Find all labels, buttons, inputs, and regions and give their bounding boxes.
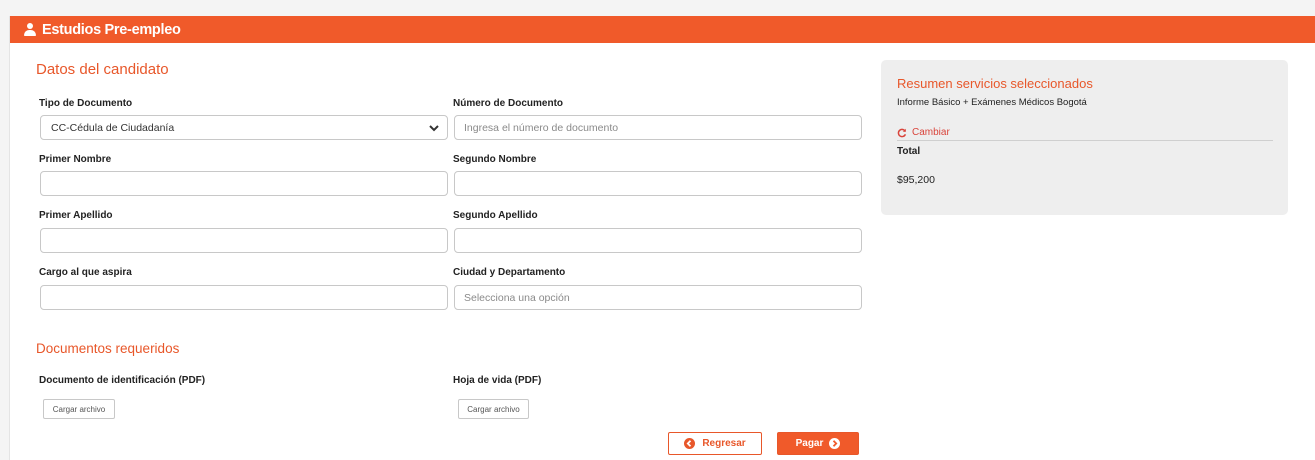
- position-input[interactable]: [40, 285, 448, 310]
- total-label: Total: [897, 146, 921, 157]
- cv-label: Hoja de vida (PDF): [453, 375, 542, 386]
- doc-type-label: Tipo de Documento: [39, 98, 133, 109]
- first-surname-label: Primer Apellido: [39, 210, 113, 221]
- id-doc-label: Documento de identificación (PDF): [39, 375, 206, 386]
- second-surname-label: Segundo Apellido: [453, 210, 538, 221]
- summary-divider: [897, 140, 1273, 141]
- documents-section-title: Documentos requeridos: [36, 341, 180, 356]
- arrow-right-circle-icon: [829, 438, 841, 449]
- change-link-label: Cambiar: [912, 127, 950, 138]
- city-select[interactable]: [454, 285, 862, 310]
- second-name-input[interactable]: [454, 171, 862, 196]
- doc-number-label: Número de Documento: [453, 98, 564, 109]
- candidate-section-title: Datos del candidato: [36, 61, 169, 78]
- doc-type-select[interactable]: CC-Cédula de Ciudadanía: [40, 115, 448, 140]
- total-value: $95,200: [897, 174, 935, 186]
- page-title: Estudios Pre-empleo: [42, 21, 181, 38]
- arrow-left-circle-icon: [684, 438, 696, 449]
- second-name-label: Segundo Nombre: [453, 154, 537, 165]
- chevron-down-icon: [429, 125, 439, 132]
- refresh-icon: [897, 128, 907, 137]
- pay-button-label: Pagar: [795, 438, 824, 449]
- summary-title: Resumen servicios seleccionados: [897, 76, 1093, 91]
- change-link[interactable]: Cambiar: [897, 127, 950, 138]
- summary-services: Informe Básico + Exámenes Médicos Bogotá: [897, 97, 1087, 108]
- first-name-input[interactable]: [40, 171, 448, 196]
- page-header: Estudios Pre-empleo: [10, 16, 1315, 43]
- cv-upload-button[interactable]: Cargar archivo: [458, 399, 529, 419]
- main-panel: Estudios Pre-empleo Datos del candidato …: [9, 16, 1315, 460]
- pay-button[interactable]: Pagar: [777, 432, 859, 455]
- back-button-label: Regresar: [702, 438, 746, 449]
- id-doc-upload-button[interactable]: Cargar archivo: [43, 399, 115, 419]
- second-surname-input[interactable]: [454, 228, 862, 253]
- back-button[interactable]: Regresar: [668, 432, 762, 455]
- doc-number-input[interactable]: [454, 115, 862, 140]
- doc-type-selected: CC-Cédula de Ciudadanía: [51, 121, 175, 134]
- user-icon: [24, 23, 36, 36]
- first-surname-input[interactable]: [40, 228, 448, 253]
- summary-panel: Resumen servicios seleccionados Informe …: [881, 60, 1288, 215]
- city-label: Ciudad y Departamento: [453, 267, 566, 278]
- position-label: Cargo al que aspira: [39, 267, 132, 278]
- first-name-label: Primer Nombre: [39, 154, 112, 165]
